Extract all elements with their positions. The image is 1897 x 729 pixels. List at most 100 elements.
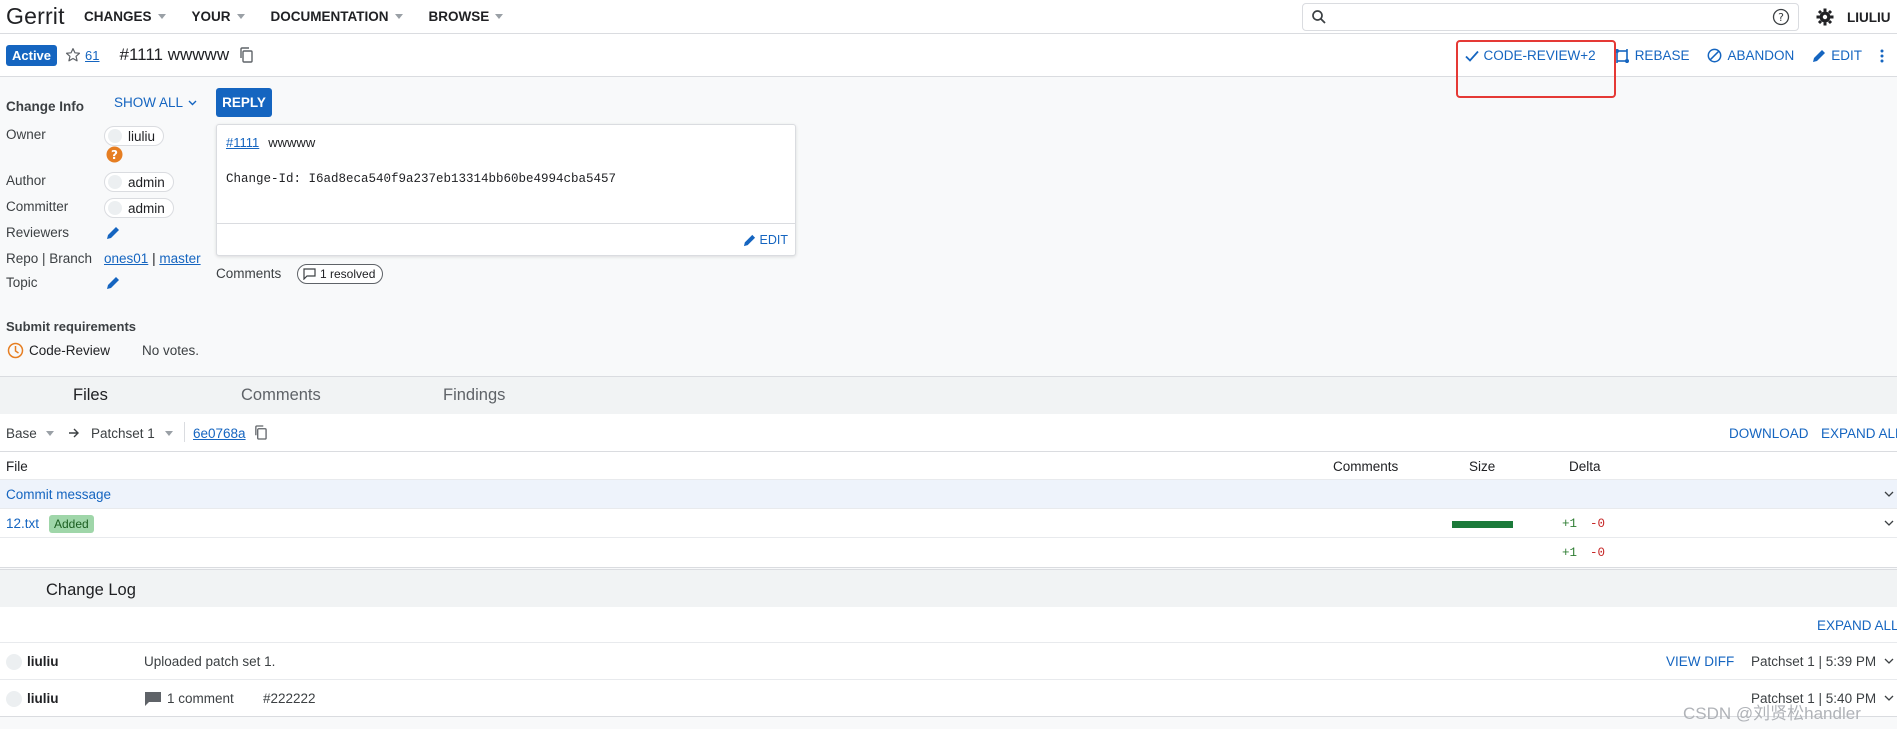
files-header-row: File Comments Size Delta <box>0 452 1897 480</box>
nav-your[interactable]: YOUR <box>192 9 245 24</box>
file-name-link[interactable]: 12.txt <box>6 516 39 531</box>
pencil-icon <box>1813 49 1826 62</box>
watermark: CSDN @刘贤松handler <box>1683 704 1861 723</box>
base-select[interactable]: Base <box>6 426 54 441</box>
status-badge: Active <box>6 44 58 66</box>
app-title[interactable]: Gerrit <box>0 3 84 30</box>
commit-edit-label: EDIT <box>759 233 788 247</box>
comments-label: Comments <box>216 266 282 281</box>
owner-chip[interactable]: liuliu <box>104 126 165 146</box>
repo-link[interactable]: ones01 <box>104 251 148 266</box>
download-button[interactable]: DOWNLOAD <box>1729 426 1809 441</box>
requirement-status: No votes. <box>142 343 200 358</box>
commit-edit-bar: EDIT <box>217 223 795 255</box>
gear-icon[interactable] <box>1816 8 1834 26</box>
total-lines-removed: -0 <box>1590 546 1606 560</box>
log-entry[interactable]: liuliu Uploaded patch set 1. VIEW DIFF P… <box>0 643 1897 680</box>
file-row[interactable]: 12.txt Added +1 -0 <box>0 509 1897 538</box>
owner-name: liuliu <box>128 128 156 144</box>
expand-all-log-button[interactable]: EXPAND ALL <box>1817 618 1897 633</box>
size-bar <box>1452 521 1513 528</box>
topic-label: Topic <box>6 275 38 290</box>
toolbar-divider <box>184 422 185 442</box>
committer-chip[interactable]: admin <box>104 198 174 218</box>
star-toggle[interactable]: 61 <box>65 47 100 63</box>
commit-message-box: #1111 wwwww Change-Id: I6ad8eca540f9a237… <box>216 124 796 256</box>
page-title: #1111 wwwww <box>119 45 230 64</box>
submit-requirements-heading: Submit requirements <box>6 319 137 334</box>
commit-edit-button[interactable]: EDIT <box>743 233 788 247</box>
files-toolbar: Base Patchset 1 6e0768a DOWNLOAD EXPAND … <box>0 414 1897 452</box>
svg-text:?: ? <box>1778 11 1784 24</box>
chevron-down-icon[interactable] <box>1884 491 1894 497</box>
abandon-button[interactable]: ABANDON <box>1707 48 1794 63</box>
author-chip[interactable]: admin <box>104 172 174 192</box>
show-all-button[interactable]: SHOW ALL <box>114 95 197 110</box>
log-comment-count: 1 comment <box>167 691 234 706</box>
account-menu[interactable]: LIULIU <box>1847 10 1891 25</box>
col-comments: Comments <box>1333 459 1399 474</box>
reviewers-label: Reviewers <box>6 225 70 240</box>
abandon-label: ABANDON <box>1727 48 1795 63</box>
col-delta: Delta <box>1569 459 1601 474</box>
change-number-link[interactable]: #1111 <box>226 135 259 150</box>
edit-button[interactable]: EDIT <box>1812 48 1862 63</box>
commit-message-row[interactable]: Commit message <box>0 480 1897 509</box>
comment-icon <box>303 268 316 280</box>
top-bar: Gerrit CHANGES YOUR DOCUMENTATION BROWSE… <box>0 0 1897 34</box>
view-diff-button[interactable]: VIEW DIFF <box>1666 654 1734 669</box>
change-info-heading: Change Info <box>6 99 84 114</box>
expand-all-files-button[interactable]: EXPAND ALL <box>1821 426 1897 441</box>
reply-button[interactable]: REPLY <box>216 88 272 117</box>
commit-hash-link[interactable]: 6e0768a <box>193 426 246 441</box>
nav-browse-label: BROWSE <box>428 9 490 24</box>
commit-subject-line: #1111 wwwww <box>226 135 315 150</box>
repo-branch-value: ones01 | master <box>104 251 201 266</box>
help-icon[interactable]: ? <box>1772 8 1790 26</box>
author-label: Author <box>6 173 46 188</box>
edit-topic-pencil-icon[interactable] <box>106 276 120 290</box>
top-nav: CHANGES YOUR DOCUMENTATION BROWSE <box>84 9 529 24</box>
tab-findings[interactable]: Findings <box>443 386 505 405</box>
rebase-button[interactable]: REBASE <box>1614 48 1689 64</box>
log-entry[interactable]: liuliu 1 comment #222222 Patchset 1 | 5:… <box>0 680 1897 717</box>
copy-icon[interactable] <box>254 425 267 440</box>
avatar <box>108 175 122 189</box>
resolved-comments-chip[interactable]: 1 resolved <box>297 264 384 284</box>
chevron-down-icon[interactable] <box>1884 658 1894 664</box>
edit-label: EDIT <box>1831 48 1862 63</box>
clock-icon <box>7 342 24 359</box>
nav-browse[interactable]: BROWSE <box>429 9 504 24</box>
avatar <box>108 129 122 143</box>
tabs-bar: Files Comments Findings <box>0 376 1897 414</box>
file-status-badge: Added <box>49 515 94 533</box>
commit-message-link[interactable]: Commit message <box>6 487 111 502</box>
edit-reviewers-pencil-icon[interactable] <box>106 226 120 240</box>
col-file: File <box>6 459 28 474</box>
avatar <box>6 691 22 707</box>
chevron-down-icon[interactable] <box>1884 695 1894 701</box>
col-size: Size <box>1469 459 1496 474</box>
highlight-annotation-box <box>1456 40 1616 98</box>
search-input[interactable] <box>1335 5 1772 29</box>
patchset-select[interactable]: Patchset 1 <box>91 426 173 441</box>
commit-subject: wwwww <box>268 135 316 150</box>
more-actions-button[interactable] <box>1880 49 1889 63</box>
nav-documentation[interactable]: DOCUMENTATION <box>271 9 403 24</box>
repo-branch-separator: | <box>152 251 156 266</box>
chevron-down-icon[interactable] <box>1884 520 1894 526</box>
nav-changes[interactable]: CHANGES <box>84 9 166 24</box>
repo-branch-label: Repo | Branch <box>6 251 93 266</box>
tab-comments[interactable]: Comments <box>241 386 321 405</box>
log-author: liuliu <box>27 654 59 669</box>
chevron-down-icon <box>495 14 504 19</box>
change-id: Change-Id: I6ad8eca540f9a237eb13314bb60b… <box>226 172 617 186</box>
copy-icon[interactable] <box>239 47 253 63</box>
star-icon <box>65 48 81 62</box>
star-count-link[interactable]: 61 <box>85 48 99 63</box>
help-icon[interactable]: ? <box>106 146 123 163</box>
chevron-down-icon <box>394 14 403 19</box>
branch-link[interactable]: master <box>159 251 200 266</box>
tab-files[interactable]: Files <box>73 386 108 405</box>
chevron-down-icon <box>45 431 54 436</box>
